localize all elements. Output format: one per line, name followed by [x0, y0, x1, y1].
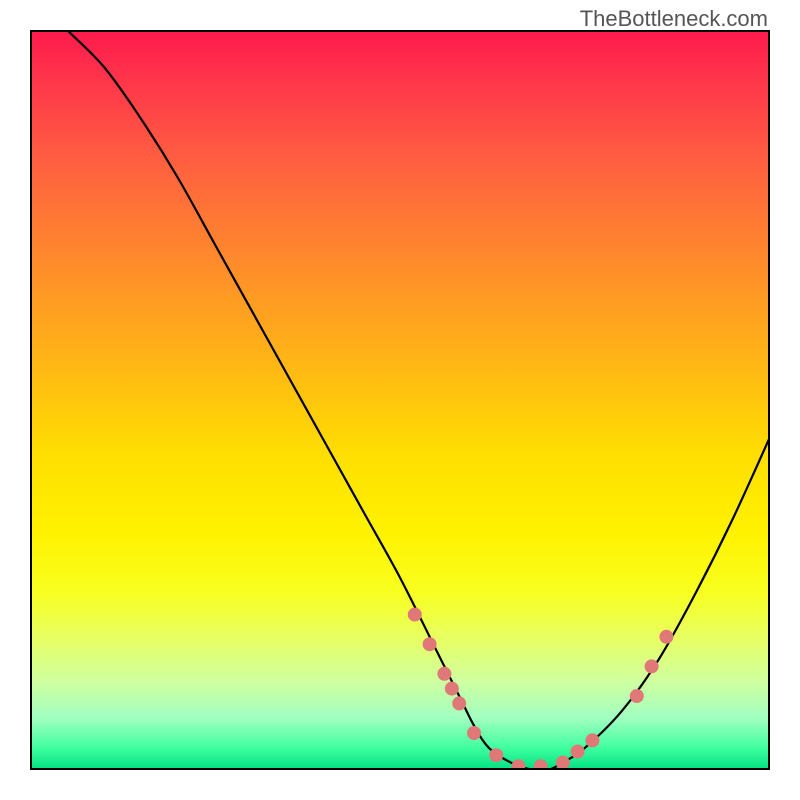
- chart-svg: [30, 30, 770, 770]
- scatter-point: [630, 689, 644, 703]
- bottleneck-curve-path: [67, 30, 770, 770]
- scatter-point: [467, 726, 481, 740]
- scatter-points-group: [408, 608, 674, 770]
- chart-container: TheBottleneck.com: [0, 0, 800, 800]
- scatter-point: [556, 756, 570, 770]
- scatter-point: [585, 733, 599, 747]
- scatter-point: [437, 667, 451, 681]
- scatter-point: [659, 630, 673, 644]
- scatter-point: [445, 682, 459, 696]
- scatter-point: [534, 759, 548, 770]
- scatter-point: [423, 637, 437, 651]
- watermark-text: TheBottleneck.com: [580, 6, 768, 32]
- scatter-point: [645, 659, 659, 673]
- scatter-point: [408, 608, 422, 622]
- scatter-point: [452, 696, 466, 710]
- scatter-point: [511, 759, 525, 770]
- scatter-point: [489, 748, 503, 762]
- scatter-point: [571, 745, 585, 759]
